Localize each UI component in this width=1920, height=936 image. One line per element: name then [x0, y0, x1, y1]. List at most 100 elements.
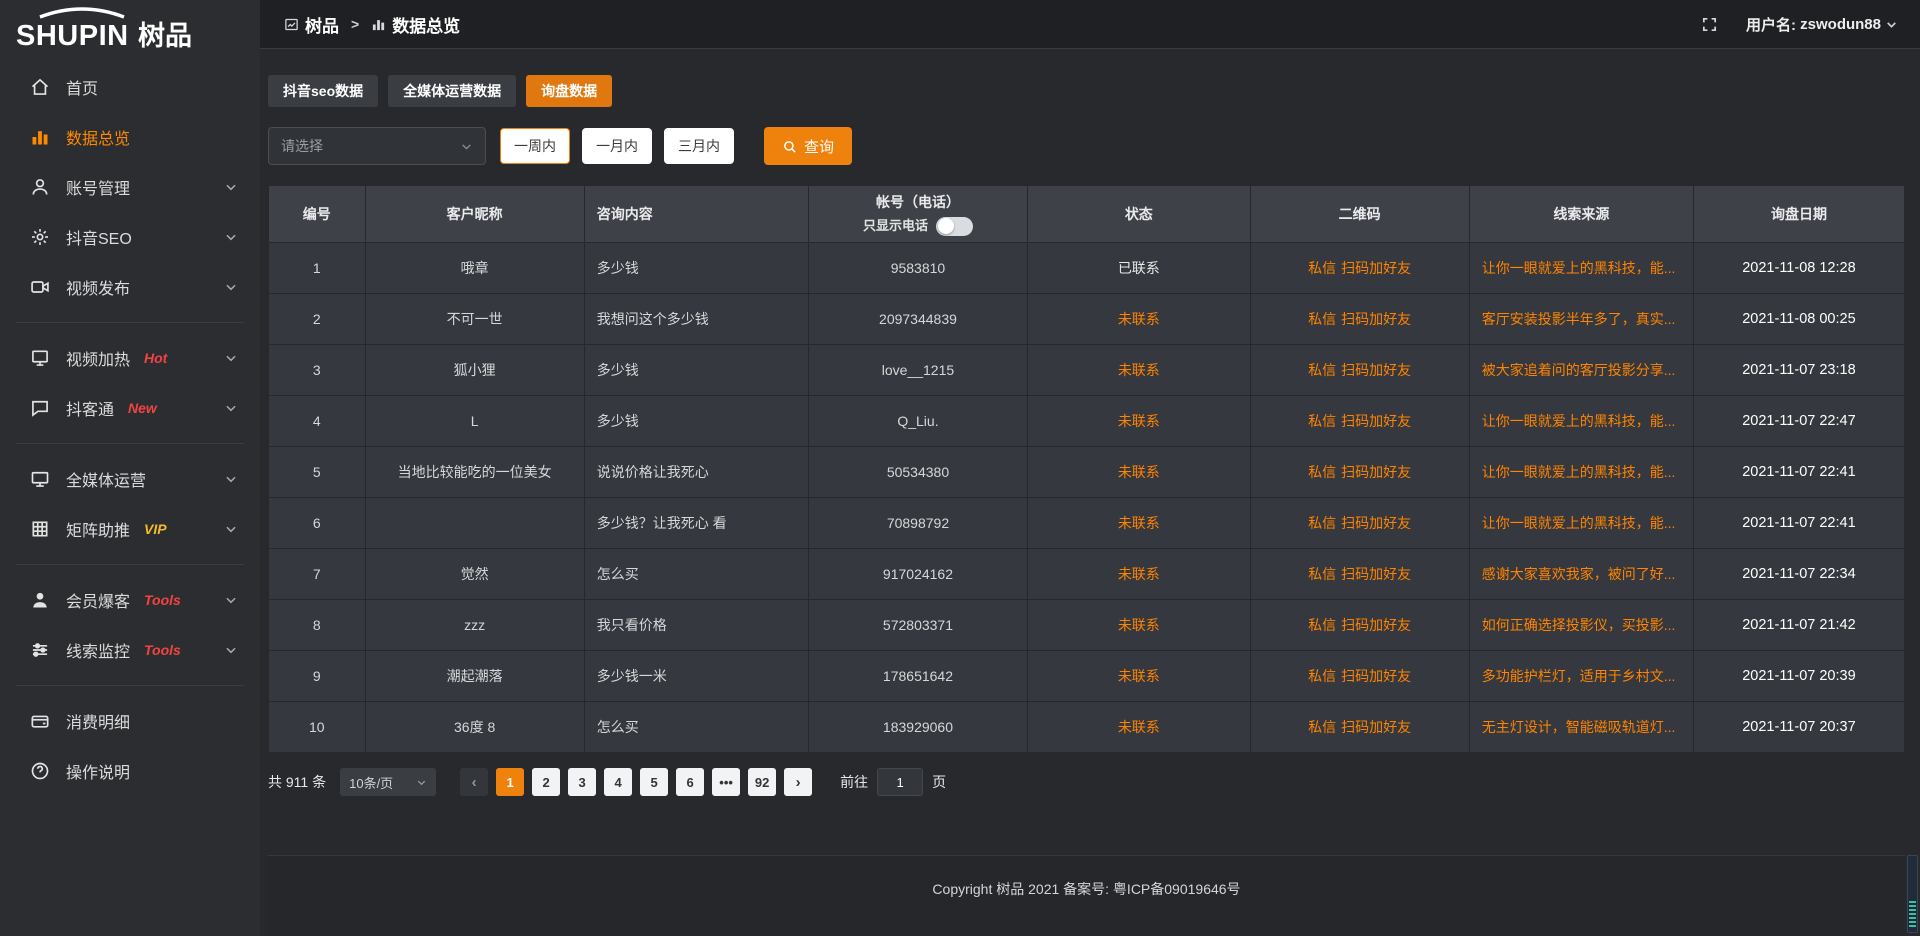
phone-only-toggle[interactable] — [936, 217, 973, 236]
qr-link[interactable]: 扫码加好友 — [1341, 668, 1411, 684]
source-link[interactable]: 被大家追着问的客厅投影分享... — [1482, 362, 1676, 378]
next-page-button[interactable]: › — [784, 768, 812, 796]
cell-source: 让你一眼就爱上的黑科技，能... — [1469, 396, 1693, 447]
sidebar-item-操作说明[interactable]: 操作说明 — [0, 746, 260, 796]
goto-page-input[interactable] — [877, 768, 923, 796]
table-row: 8 zzz 我只看价格 572803371 未联系 私信扫码加好友 如何正确选择… — [269, 600, 1905, 651]
table-header-row: 编号 客户昵称 咨询内容 帐号（电话） 只显示电话 — [269, 186, 1905, 243]
monitor-icon — [30, 469, 50, 489]
col-header-qr: 二维码 — [1250, 186, 1469, 243]
cell-qr: 私信扫码加好友 — [1250, 345, 1469, 396]
table-row: 2 不可一世 我想问这个多少钱 2097344839 未联系 私信扫码加好友 客… — [269, 294, 1905, 345]
cell-qr: 私信扫码加好友 — [1250, 294, 1469, 345]
prev-page-button[interactable]: ‹ — [460, 768, 488, 796]
sidebar-divider — [16, 685, 244, 686]
qr-link[interactable]: 扫码加好友 — [1341, 464, 1411, 480]
qr-link[interactable]: 私信 — [1308, 668, 1336, 684]
qr-link[interactable]: 扫码加好友 — [1341, 413, 1411, 429]
table-row: 4 L 多少钱 Q_Liu. 未联系 私信扫码加好友 让你一眼就爱上的黑科技，能… — [269, 396, 1905, 447]
cell-no: 5 — [269, 447, 366, 498]
qr-link[interactable]: 私信 — [1308, 464, 1336, 480]
source-link[interactable]: 多功能护栏灯，适用于乡村文... — [1482, 668, 1676, 684]
sidebar-item-视频发布[interactable]: 视频发布 — [0, 262, 260, 312]
cell-status: 未联系 — [1028, 702, 1250, 753]
source-link[interactable]: 感谢大家喜欢我家，被问了好... — [1482, 566, 1676, 582]
qr-link[interactable]: 扫码加好友 — [1341, 617, 1411, 633]
sidebar-item-线索监控[interactable]: 线索监控 Tools — [0, 625, 260, 675]
qr-link[interactable]: 私信 — [1308, 362, 1336, 378]
sidebar-item-badge: Tools — [144, 592, 181, 608]
home-icon — [30, 77, 50, 97]
sidebar-item-抖客通[interactable]: 抖客通 New — [0, 383, 260, 433]
qr-link[interactable]: 私信 — [1308, 566, 1336, 582]
sidebar-item-数据总览[interactable]: 数据总览 — [0, 112, 260, 162]
source-link[interactable]: 让你一眼就爱上的黑科技，能... — [1482, 260, 1676, 276]
user-icon — [30, 177, 50, 197]
qr-link[interactable]: 扫码加好友 — [1341, 362, 1411, 378]
page-button-92[interactable]: 92 — [748, 768, 776, 796]
sidebar-item-视频加热[interactable]: 视频加热 Hot — [0, 333, 260, 383]
qr-link[interactable]: 私信 — [1308, 413, 1336, 429]
page-button-2[interactable]: 2 — [532, 768, 560, 796]
qr-link[interactable]: 私信 — [1308, 515, 1336, 531]
qr-link[interactable]: 私信 — [1308, 617, 1336, 633]
range-button-一周内[interactable]: 一周内 — [500, 128, 570, 164]
tab-全媒体运营数据[interactable]: 全媒体运营数据 — [388, 75, 516, 107]
chevron-down-icon — [224, 280, 238, 294]
qr-link[interactable]: 扫码加好友 — [1341, 719, 1411, 735]
gear-icon — [30, 227, 50, 247]
source-link[interactable]: 客厅安装投影半年多了，真实... — [1482, 311, 1676, 327]
page-button-6[interactable]: 6 — [676, 768, 704, 796]
sidebar-item-抖音SEO[interactable]: 抖音SEO — [0, 212, 260, 262]
breadcrumb-root[interactable]: 树品 — [305, 12, 339, 37]
sidebar-item-矩阵助推[interactable]: 矩阵助推 VIP — [0, 504, 260, 554]
source-link[interactable]: 让你一眼就爱上的黑科技，能... — [1482, 464, 1676, 480]
page-button-4[interactable]: 4 — [604, 768, 632, 796]
page-button-5[interactable]: 5 — [640, 768, 668, 796]
qr-link[interactable]: 扫码加好友 — [1341, 566, 1411, 582]
qr-link[interactable]: 扫码加好友 — [1341, 260, 1411, 276]
floating-widget[interactable] — [1907, 855, 1918, 933]
sidebar-item-会员爆客[interactable]: 会员爆客 Tools — [0, 575, 260, 625]
search-button[interactable]: 查询 — [764, 127, 852, 165]
cell-content: 多少钱一米 — [584, 651, 808, 702]
range-button-三月内[interactable]: 三月内 — [664, 128, 734, 164]
range-button-一月内[interactable]: 一月内 — [582, 128, 652, 164]
source-link[interactable]: 如何正确选择投影仪，买投影... — [1482, 617, 1676, 633]
sidebar-item-全媒体运营[interactable]: 全媒体运营 — [0, 454, 260, 504]
grid-icon — [30, 519, 50, 539]
cell-nick — [365, 498, 584, 549]
sidebar-menu: 首页 数据总览 账号管理 抖音SEO 视频发布 视频加热 Hot — [0, 62, 260, 796]
tab-询盘数据[interactable]: 询盘数据 — [526, 75, 612, 107]
fullscreen-icon[interactable] — [1701, 16, 1718, 33]
sidebar-item-账号管理[interactable]: 账号管理 — [0, 162, 260, 212]
qr-link[interactable]: 私信 — [1308, 260, 1336, 276]
page-size-select[interactable]: 10条/页 — [340, 768, 436, 796]
cell-source: 如何正确选择投影仪，买投影... — [1469, 600, 1693, 651]
source-link[interactable]: 让你一眼就爱上的黑科技，能... — [1482, 413, 1676, 429]
account-select[interactable]: 请选择 — [268, 127, 486, 165]
app-root: SHUPIN 树品 首页 数据总览 账号管理 抖音SEO 视频发布 — [0, 0, 1920, 936]
qr-link[interactable]: 私信 — [1308, 719, 1336, 735]
page-ellipsis-button[interactable]: ••• — [712, 768, 740, 796]
cell-source: 被大家追着问的客厅投影分享... — [1469, 345, 1693, 396]
tab-抖音seo数据[interactable]: 抖音seo数据 — [268, 75, 378, 107]
cell-no: 9 — [269, 651, 366, 702]
cell-content: 说说价格让我死心 — [584, 447, 808, 498]
qr-link[interactable]: 私信 — [1308, 311, 1336, 327]
page-button-3[interactable]: 3 — [568, 768, 596, 796]
source-link[interactable]: 让你一眼就爱上的黑科技，能... — [1482, 515, 1676, 531]
source-link[interactable]: 无主灯设计，智能磁吸轨道灯... — [1482, 719, 1676, 735]
bar-chart-icon — [371, 17, 386, 32]
qr-link[interactable]: 扫码加好友 — [1341, 311, 1411, 327]
user-menu[interactable]: 用户名: zswodun88 — [1746, 14, 1898, 35]
sliders-icon — [30, 640, 50, 660]
table-row: 3 狐小狸 多少钱 love__1215 未联系 私信扫码加好友 被大家追着问的… — [269, 345, 1905, 396]
qr-link[interactable]: 扫码加好友 — [1341, 515, 1411, 531]
chevron-down-icon — [224, 401, 238, 415]
cell-content: 怎么买 — [584, 549, 808, 600]
sidebar-item-消费明细[interactable]: 消费明细 — [0, 696, 260, 746]
page-button-1[interactable]: 1 — [496, 768, 524, 796]
sidebar-item-首页[interactable]: 首页 — [0, 62, 260, 112]
cell-account: 50534380 — [808, 447, 1027, 498]
